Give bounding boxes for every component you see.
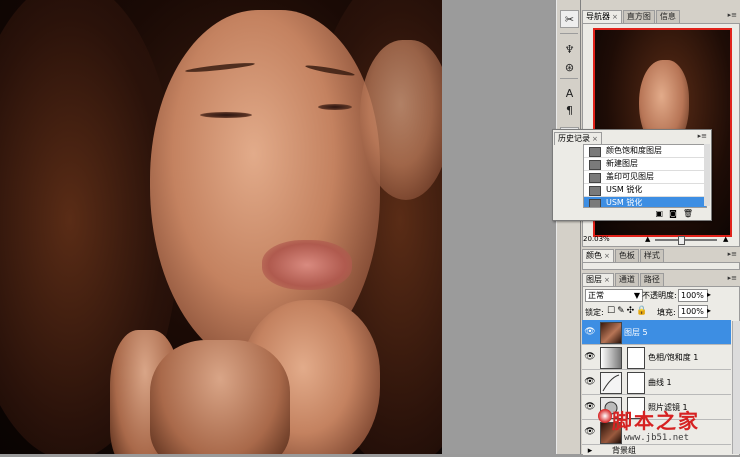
divider <box>560 78 578 79</box>
history-item-label: 新建图层 <box>606 159 638 168</box>
snapshot-icon[interactable]: ◙ <box>669 209 677 218</box>
color-body <box>582 262 740 270</box>
zoom-slider[interactable] <box>655 239 717 241</box>
adjustment-curves-icon <box>600 372 622 394</box>
divider <box>560 33 578 34</box>
navigator-zoom-bar: 20.03% ▲ ▲ <box>583 235 738 245</box>
visibility-eye-icon[interactable]: 👁 <box>584 326 596 338</box>
trash-icon[interactable]: 🗑 <box>683 209 693 218</box>
history-item[interactable]: 盖印可见图层 <box>584 171 706 184</box>
opacity-label: 不透明度: <box>642 291 677 300</box>
tab-paths[interactable]: 路径 <box>639 273 664 286</box>
collapse-arrow-icon[interactable]: ▸ <box>584 445 596 457</box>
right-panels: 导航器 × 直方图 信息 ▸≡ 20.03% ▲ ▲ 颜色 × 色板 样式 ▸≡ 图… <box>580 0 740 457</box>
layer-thumbnail <box>600 322 622 344</box>
history-item-selected[interactable]: USM 锐化 <box>584 197 706 207</box>
tab-layers[interactable]: 图层 × <box>582 273 614 286</box>
tab-info[interactable]: 信息 <box>655 10 680 23</box>
history-item-label: USM 锐化 <box>606 185 643 194</box>
visibility-eye-icon[interactable]: 👁 <box>584 401 596 413</box>
paragraph-icon[interactable]: ¶ <box>560 101 579 119</box>
lock-label: 锁定: <box>585 308 604 317</box>
visibility-eye-icon[interactable]: 👁 <box>584 376 596 388</box>
tab-channels[interactable]: 通道 <box>614 273 639 286</box>
zoom-value[interactable]: 20.03% <box>583 235 610 243</box>
canvas-photo[interactable] <box>0 0 442 454</box>
tab-histogram[interactable]: 直方图 <box>622 10 655 23</box>
layers-tabs: 图层 × 通道 路径 <box>582 272 665 286</box>
history-item[interactable]: USM 锐化 <box>584 184 706 197</box>
navigator-tabs: 导航器 × 直方图 信息 <box>582 9 681 23</box>
adjustment-hue-icon <box>600 347 622 369</box>
history-step-icon <box>589 160 601 170</box>
history-panel: 历史记录 × ▸≡ 颜色饱和度图层 新建图层 盖印可见图层 USM 锐化 USM … <box>552 129 712 221</box>
character-icon[interactable]: A <box>560 84 579 102</box>
tab-color[interactable]: 颜色 × <box>582 249 614 262</box>
history-item-label: USM 锐化 <box>606 198 643 207</box>
fill-arrow-icon[interactable]: ▸ <box>707 306 711 315</box>
opacity-arrow-icon[interactable]: ▸ <box>707 290 711 299</box>
history-list: 颜色饱和度图层 新建图层 盖印可见图层 USM 锐化 USM 锐化 <box>583 144 707 208</box>
photo-eye-left <box>200 112 252 118</box>
layer-mask-thumbnail[interactable] <box>627 347 645 369</box>
color-tabs: 颜色 × 色板 样式 <box>582 248 665 262</box>
history-step-icon <box>589 147 601 157</box>
layer-row[interactable]: 👁 色相/饱和度 1 <box>582 345 731 370</box>
tab-swatches[interactable]: 色板 <box>614 249 639 262</box>
panel-menu-icon[interactable]: ▸≡ <box>728 11 737 19</box>
tab-navigator[interactable]: 导航器 × <box>582 10 622 23</box>
zoom-slider-thumb[interactable] <box>678 236 685 245</box>
photo-lips <box>262 240 352 290</box>
history-menu-icon[interactable]: ▸≡ <box>698 132 707 140</box>
layer-row[interactable]: 👁 曲线 1 <box>582 370 731 395</box>
zoom-in-icon[interactable]: ▲ <box>723 235 728 243</box>
history-item[interactable]: 新建图层 <box>584 158 706 171</box>
history-footer: ▣ ◙ 🗑 <box>656 209 693 218</box>
layer-name: 曲线 1 <box>648 378 672 387</box>
new-document-icon[interactable]: ▣ <box>656 209 664 218</box>
zoom-out-icon[interactable]: ▲ <box>645 235 650 243</box>
photo-hand-right <box>150 340 290 454</box>
panel-dock-strip: ✂ ♆ ⊛ A ¶ ▤ <box>556 0 581 454</box>
tools-icon[interactable]: ✂ <box>560 10 579 28</box>
lock-icons[interactable]: ☐✎✣🔒 <box>607 306 649 316</box>
history-step-icon <box>589 199 601 207</box>
fill-input[interactable]: 100% <box>678 305 708 318</box>
layer-row[interactable]: 👁 图层 5 <box>582 320 731 345</box>
history-scrollbar[interactable] <box>704 144 710 206</box>
brush-icon[interactable]: ♆ <box>560 40 579 58</box>
history-item[interactable]: 颜色饱和度图层 <box>584 145 706 158</box>
history-item-label: 盖印可见图层 <box>606 172 654 181</box>
watermark-url: www.jb51.net <box>624 433 690 443</box>
layer-mask-thumbnail[interactable] <box>627 372 645 394</box>
layer-name: 色相/饱和度 1 <box>648 353 699 362</box>
color-panel-menu-icon[interactable]: ▸≡ <box>728 250 737 258</box>
watermark-logo-icon <box>598 409 612 423</box>
tab-styles[interactable]: 样式 <box>639 249 664 262</box>
layer-name: 图层 5 <box>624 328 648 337</box>
photo-eye-right <box>318 104 352 110</box>
fill-label: 填充: <box>657 308 676 317</box>
opacity-input[interactable]: 100% <box>678 289 708 302</box>
history-step-icon <box>589 173 601 183</box>
stamp-icon[interactable]: ⊛ <box>560 58 579 76</box>
visibility-eye-icon[interactable]: 👁 <box>584 351 596 363</box>
canvas-workspace <box>442 0 554 454</box>
history-tabs: 历史记录 × <box>554 131 603 145</box>
layers-panel-menu-icon[interactable]: ▸≡ <box>728 274 737 282</box>
watermark-text: 脚本之家 <box>612 409 700 433</box>
visibility-eye-icon[interactable]: 👁 <box>584 426 596 438</box>
history-item-label: 颜色饱和度图层 <box>606 146 662 155</box>
blend-mode-select[interactable]: 正常 ▼ <box>585 289 643 302</box>
history-step-icon <box>589 186 601 196</box>
watermark: 脚本之家 www.jb51.net <box>598 405 738 453</box>
